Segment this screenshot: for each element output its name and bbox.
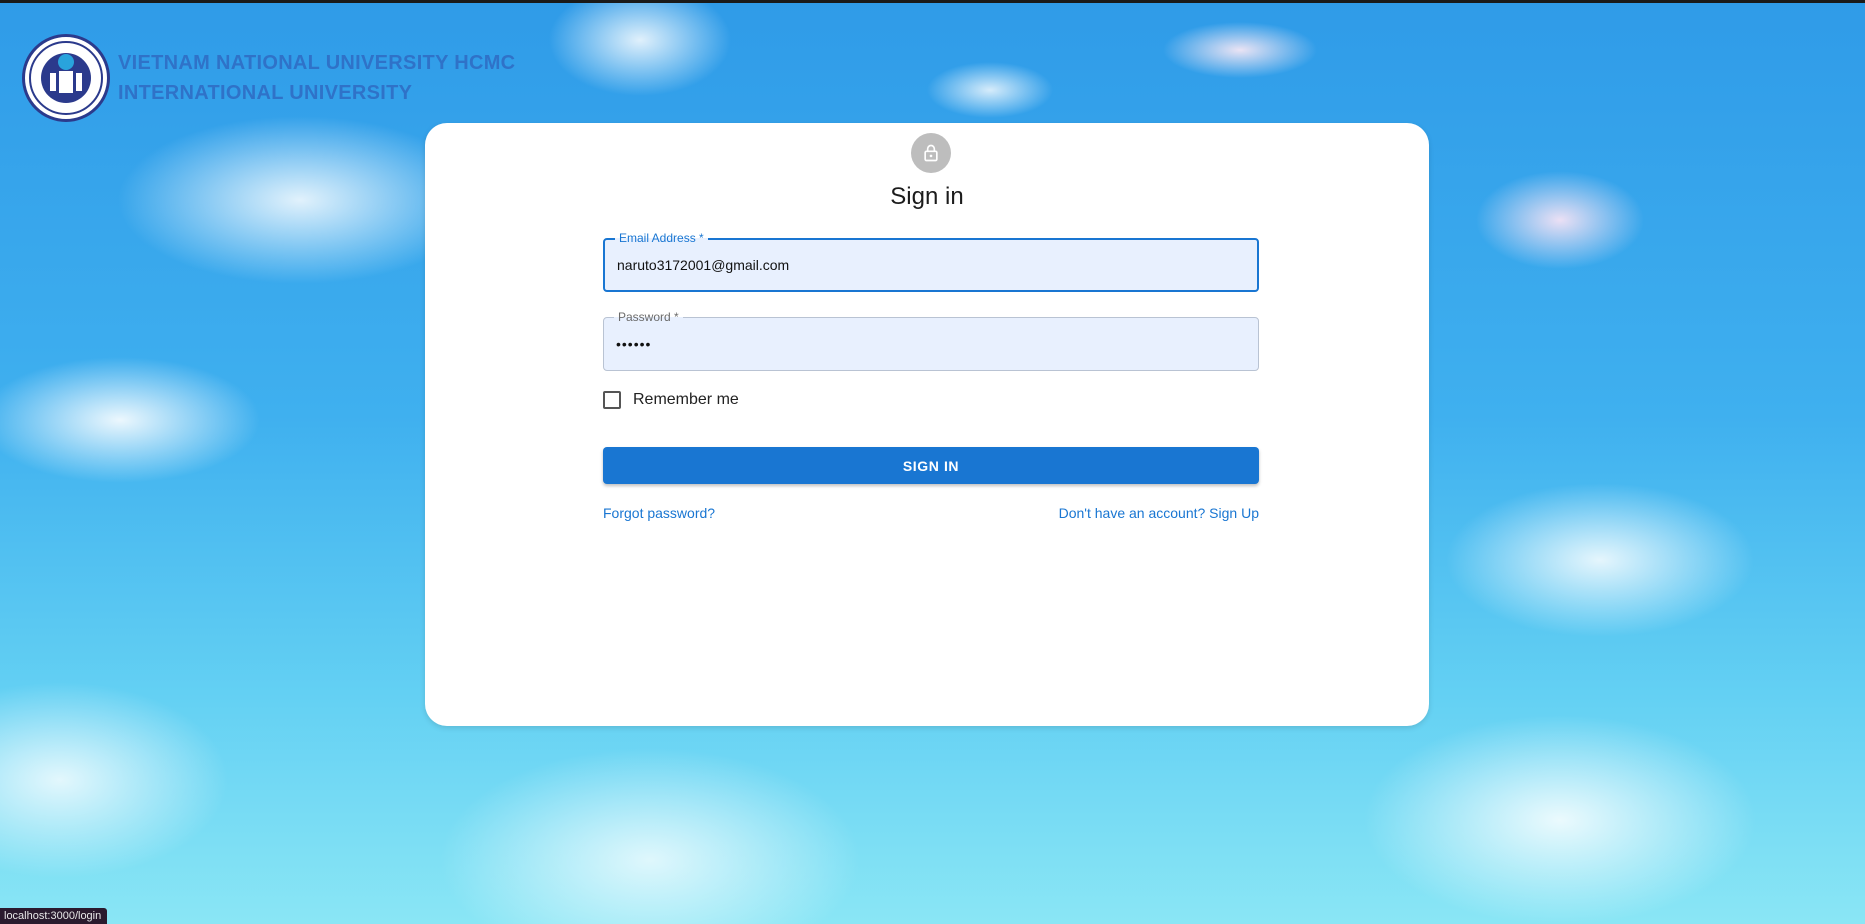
forgot-password-link[interactable]: Forgot password? [603,505,715,521]
sign-in-button[interactable]: SIGN IN [603,447,1259,484]
remember-me-label: Remember me [633,391,739,408]
university-seal-icon [22,34,110,122]
university-name-line2: INTERNATIONAL UNIVERSITY [118,82,413,104]
sign-in-card: Sign in Email Address * Password * Remem… [425,123,1429,726]
email-field[interactable]: Email Address * [603,231,1259,292]
remember-me[interactable]: Remember me [603,391,739,409]
email-input[interactable] [617,240,1245,290]
window-top-border [0,0,1865,3]
university-brand: VIETNAM NATIONAL UNIVERSITY HCMC INTERNA… [22,34,515,122]
status-bar-url: localhost:3000/login [0,908,108,924]
page-title: Sign in [890,183,964,210]
remember-me-checkbox[interactable] [603,391,621,409]
password-input[interactable] [616,318,1246,370]
university-name-line1: VIETNAM NATIONAL UNIVERSITY HCMC [118,52,516,74]
password-field[interactable]: Password * [603,310,1259,371]
sign-up-link[interactable]: Don't have an account? Sign Up [1059,505,1259,521]
university-name: VIETNAM NATIONAL UNIVERSITY HCMC INTERNA… [118,48,515,108]
lock-icon [911,133,951,173]
